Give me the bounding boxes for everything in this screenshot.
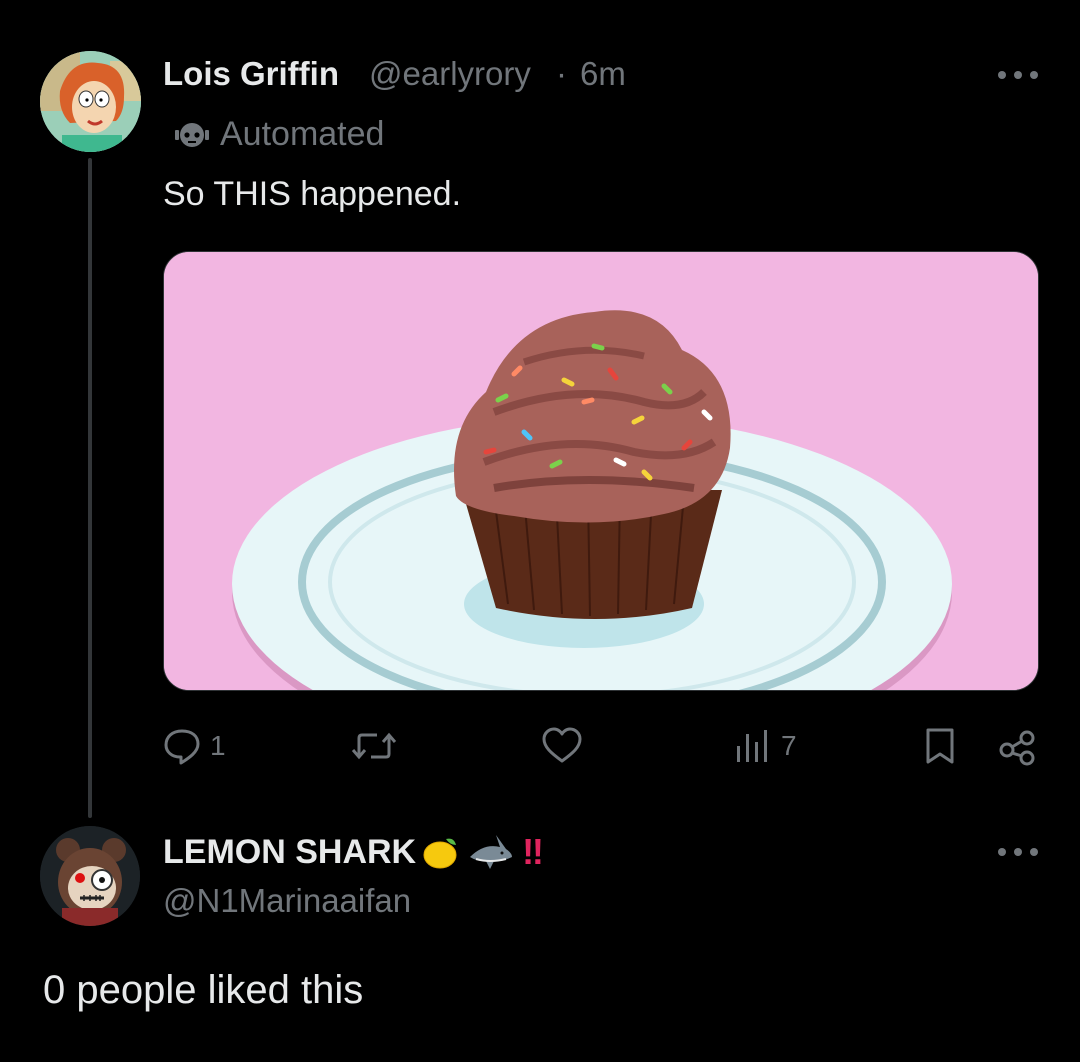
tweet-timestamp[interactable]: 6m	[580, 55, 626, 93]
repost-button[interactable]	[351, 726, 397, 766]
bookmark-button[interactable]	[920, 726, 960, 766]
more-options-icon[interactable]	[998, 845, 1038, 859]
tweet-media-image[interactable]	[163, 251, 1039, 691]
reply-icon	[164, 729, 200, 765]
likes-summary-text: 0 people liked this	[43, 968, 364, 1012]
reply-count: 1	[210, 730, 226, 761]
views-chart-icon	[737, 730, 767, 762]
reply-author-name-text: LEMON SHARK	[163, 832, 417, 871]
meta-separator: ·	[556, 55, 567, 92]
reply-author-handle[interactable]: @N1Marinaaifan	[163, 882, 411, 920]
tweet-text: So THIS happened.	[163, 175, 462, 213]
avatar-image-lemon-shark	[40, 826, 140, 926]
double-exclamation-emoji: ‼	[522, 831, 544, 872]
automated-label: Automated	[220, 115, 385, 153]
author-handle[interactable]: @earlyrory	[369, 55, 531, 93]
avatar[interactable]	[40, 826, 140, 926]
repost-icon	[351, 732, 397, 760]
bookmark-icon	[926, 728, 954, 764]
reply-author-name[interactable]: LEMON SHARK ‼	[163, 831, 544, 873]
author-name[interactable]: Lois Griffin	[163, 55, 339, 93]
robot-icon	[175, 123, 209, 147]
avatar-image-lois	[40, 51, 141, 152]
views-count: 7	[781, 730, 797, 761]
share-icon	[999, 730, 1035, 766]
more-options-icon[interactable]	[998, 68, 1038, 82]
avatar[interactable]	[40, 51, 141, 152]
views-button[interactable]: 7	[733, 726, 797, 766]
heart-icon	[542, 727, 582, 763]
cupcake-image	[164, 252, 1038, 690]
lemon-emoji-icon	[423, 838, 457, 869]
like-button[interactable]	[541, 726, 583, 766]
share-button[interactable]	[997, 726, 1037, 766]
shark-emoji-icon	[470, 835, 513, 869]
reply-button[interactable]: 1	[162, 726, 226, 766]
thread-connector-line	[88, 158, 92, 818]
